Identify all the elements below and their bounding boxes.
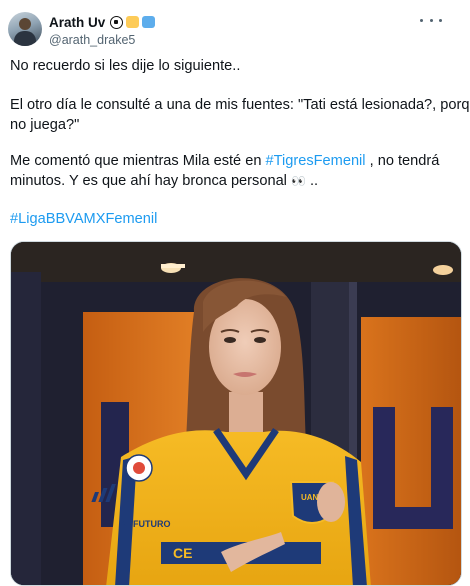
tweet-text: , no tendrá [365, 153, 440, 169]
user-block: Arath Uv @arath_drake5 [49, 13, 156, 47]
tweet-text: .. [305, 173, 319, 189]
avatar[interactable] [8, 12, 42, 46]
tweet-line-3b: minutos. Y es que ahí hay bronca persona… [10, 171, 318, 191]
blue-heart-icon [142, 16, 156, 28]
tweet-text: Me comentó que mientras Mila esté en [10, 153, 266, 169]
tweet-line-3a: Me comentó que mientras Mila esté en #Ti… [10, 151, 439, 171]
tweet-photo[interactable]: CE AR FUTURO UANL [10, 241, 462, 586]
user-handle[interactable]: @arath_drake5 [49, 33, 155, 47]
display-name[interactable]: Arath Uv [49, 15, 105, 30]
avatar-body [14, 31, 36, 46]
eyes-emoji: 👀 [290, 174, 306, 188]
soccer-ball-icon [110, 15, 124, 29]
hashtag-tigresfemenil-link[interactable]: #TigresFemenil [266, 153, 366, 169]
photo-illustration: CE AR FUTURO UANL [11, 242, 461, 585]
more-options-icon[interactable] [420, 13, 442, 27]
name-row: Arath Uv [49, 13, 156, 31]
jersey-brand-text: CE [173, 545, 192, 561]
tweet-line-1: No recuerdo si les dije lo siguiente.. [10, 58, 241, 74]
tweet-line-2a: El otro día le consulté a una de mis fue… [10, 97, 470, 113]
avatar-head [19, 18, 31, 30]
tweet: Arath Uv @arath_drake5 No recuerdo si le… [0, 0, 470, 586]
yellow-heart-icon [126, 16, 140, 28]
tweet-text: minutos. Y es que ahí hay bronca persona… [10, 173, 291, 189]
sponsor-text: FUTURO [133, 519, 171, 529]
hashtag-ligabbvamxfemenil-link[interactable]: #LigaBBVAMXFemenil [10, 209, 157, 229]
sponsor-prefix: AR [119, 519, 132, 529]
ceiling-light [433, 265, 453, 275]
tweet-line-2b: no juega?" [10, 117, 80, 133]
